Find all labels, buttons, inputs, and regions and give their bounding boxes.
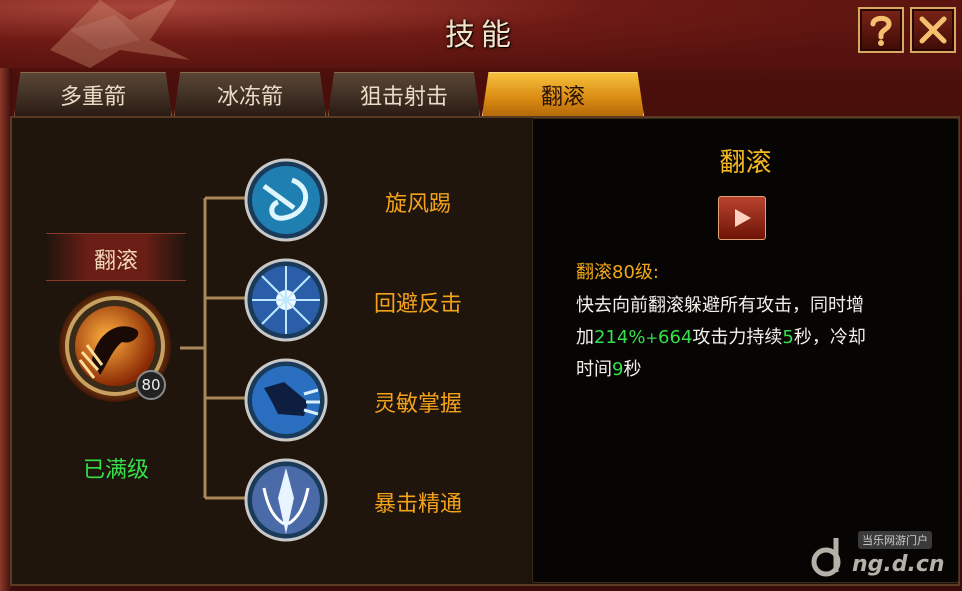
text-fragment: 时间 xyxy=(576,359,612,380)
agility-mastery-icon xyxy=(244,358,328,442)
plus-sign: + xyxy=(645,329,659,347)
description-line: 时间9秒 xyxy=(576,354,936,386)
sub-skill-critical-mastery[interactable] xyxy=(244,458,328,542)
skill-level-badge: 80 xyxy=(136,370,166,400)
skill-description: 快去向前翻滚躲避所有攻击，同时增 加214%+664攻击力持续5秒，冷却 时间9… xyxy=(576,290,936,386)
sub-skill-label: 灵敏掌握 xyxy=(373,392,462,417)
text-fragment: 秒，冷却 xyxy=(793,327,866,348)
evade-counter-icon xyxy=(244,258,328,342)
main-skill-name: 翻滚 xyxy=(93,249,138,274)
description-line: 快去向前翻滚躲避所有攻击，同时增 xyxy=(576,295,864,316)
description-line: 加214%+664攻击力持续5秒，冷却 xyxy=(576,322,936,354)
watermark-text: ng.d.cn xyxy=(852,552,945,577)
duration-seconds: 5 xyxy=(782,327,794,348)
detail-skill-name: 翻滚 xyxy=(576,262,612,283)
detail-level-heading: 翻滚80级: xyxy=(576,258,659,284)
whirlwind-kick-icon xyxy=(244,158,328,242)
damage-percent: 214% xyxy=(594,327,646,348)
sub-skill-label: 旋风踢 xyxy=(384,192,451,217)
watermark-tag: 当乐网游门户 xyxy=(858,531,932,549)
sub-skill-evade-counter[interactable] xyxy=(244,258,328,342)
text-fragment: 加 xyxy=(576,327,594,348)
detail-skill-level: 80级: xyxy=(612,262,659,283)
text-fragment: 秒 xyxy=(623,359,642,380)
cooldown-seconds: 9 xyxy=(612,359,624,380)
play-icon xyxy=(735,209,751,227)
text-fragment: 攻击力持续 xyxy=(692,327,783,348)
sub-skill-label: 回避反击 xyxy=(373,292,462,317)
play-preview-button[interactable] xyxy=(718,196,766,240)
sub-skill-label: 暴击精通 xyxy=(373,492,462,517)
sub-skill-agility-mastery[interactable] xyxy=(244,358,328,442)
critical-mastery-icon xyxy=(244,458,328,542)
damage-value: 664 xyxy=(658,327,693,348)
max-level-status: 已满级 xyxy=(82,458,149,483)
detail-title: 翻滚 xyxy=(719,148,772,178)
sub-skill-whirlwind-kick[interactable] xyxy=(244,158,328,242)
